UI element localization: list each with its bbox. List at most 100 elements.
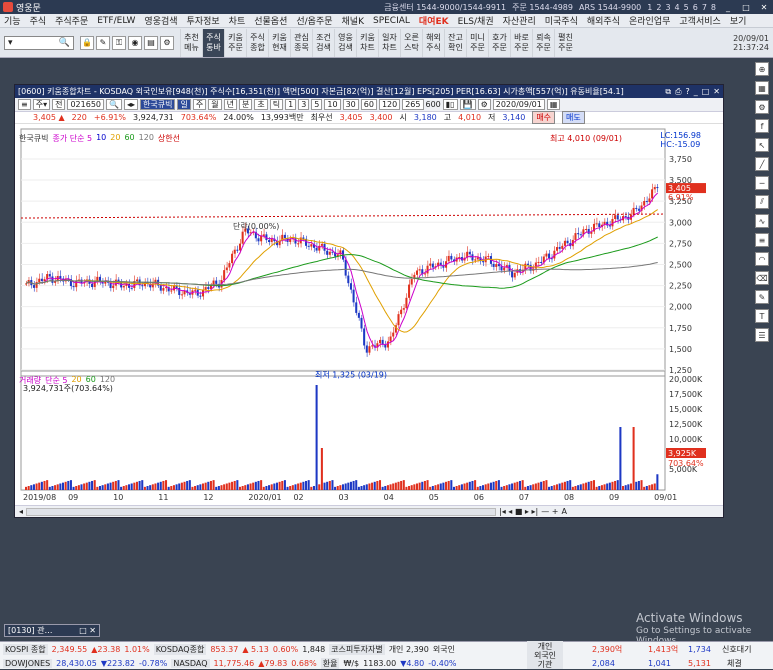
volume-bar (270, 484, 273, 490)
menu-item-17[interactable]: 고객서비스 (679, 14, 720, 27)
settings-icon[interactable]: ⚙ (160, 35, 174, 50)
toolbar-button-9[interactable]: 일자 차트 (378, 28, 400, 57)
crosshair-tool-icon[interactable]: ⊕ (755, 62, 769, 76)
volume-bar (437, 484, 440, 490)
volume-bar (637, 480, 640, 490)
minimize-icon[interactable]: _ (722, 3, 734, 12)
menu-item-9[interactable]: 채널K (342, 14, 364, 27)
toolbar-button-line1: 해외 (426, 32, 441, 42)
screen-7[interactable]: 7 (702, 3, 707, 12)
kosdaq-label: KOSDAQ종합 (153, 643, 207, 655)
play-controls[interactable]: |◂ ◂ ■ ▸ ▸| (499, 507, 538, 516)
pencil-icon[interactable]: ✎ (96, 35, 110, 50)
screen-8[interactable]: 8 (711, 3, 716, 12)
toolbar-button-17[interactable]: 펼친 주문 (554, 28, 576, 57)
menu-item-14[interactable]: 미국주식 (545, 14, 578, 27)
toolbar-button-14[interactable]: 호가 주문 (488, 28, 510, 57)
menu-item-18[interactable]: 보기 (730, 14, 747, 27)
screen-6[interactable]: 6 (693, 3, 698, 12)
menu-item-4[interactable]: 영웅검색 (144, 14, 177, 27)
maximize-icon[interactable]: □ (740, 3, 752, 12)
toolbar-button-8[interactable]: 키움 차트 (356, 28, 378, 57)
grid-tool-icon[interactable]: ▦ (755, 81, 769, 95)
toolbar-button-7[interactable]: 영웅 검색 (334, 28, 356, 57)
volume-bar (238, 486, 242, 490)
toolbar-button-13[interactable]: 미니 주문 (466, 28, 488, 57)
price-volume-chart[interactable]: 3,7503,5003,2503,0002,7502,5002,2502,000… (15, 85, 723, 505)
menu-item-16[interactable]: 온라인업무 (629, 14, 670, 27)
wave-tool-icon[interactable]: ∿ (755, 214, 769, 228)
menu-item-10[interactable]: SPECIAL (373, 16, 410, 26)
settings-conclusion[interactable]: 체결 (727, 658, 742, 669)
screen-5[interactable]: 5 (684, 3, 689, 12)
candle-body (371, 345, 374, 347)
toolbar-button-3[interactable]: 주식 종합 (246, 28, 268, 57)
minimized-window-tab[interactable]: [0130] 관… □ ✕ (4, 624, 100, 637)
menu-item-2[interactable]: 주식주문 (55, 14, 88, 27)
toolbar-button-11[interactable]: 해외 주식 (422, 28, 444, 57)
fx-tool-icon[interactable]: f (755, 119, 769, 133)
toolbar-button-2[interactable]: 키움 주문 (224, 28, 246, 57)
volume-bar (146, 486, 149, 490)
toolbar-button-16[interactable]: 뢰속 주문 (532, 28, 554, 57)
fib-tool-icon[interactable]: ≡ (755, 233, 769, 247)
titlebar-info-1: 금융센터 1544-9000/1544-9911 (384, 2, 507, 12)
volume-bar (291, 485, 294, 490)
menu-item-3[interactable]: ETF/ELW (97, 16, 135, 26)
volume-bar (188, 480, 191, 490)
candle-body (408, 284, 411, 298)
close-icon[interactable]: ✕ (758, 3, 770, 12)
auto-icon[interactable]: A (561, 507, 566, 516)
menu-item-5[interactable]: 투자정보 (187, 14, 220, 27)
toolbar-button-6[interactable]: 조건 검색 (312, 28, 334, 57)
pen-tool-icon[interactable]: ✎ (755, 290, 769, 304)
toolbar-button-1[interactable]: 주식 통바 (202, 28, 224, 57)
line-tool-icon[interactable]: ╱ (755, 157, 769, 171)
menu-item-8[interactable]: 선/옵주문 (296, 14, 332, 27)
investor-label[interactable]: 코스피투자자별 (329, 643, 385, 655)
menu-item-13[interactable]: 자산관리 (503, 14, 536, 27)
gear-tool-icon[interactable]: ⚙ (755, 100, 769, 114)
menu-item-1[interactable]: 주식 (30, 14, 47, 27)
menu-item-0[interactable]: 기능 (4, 14, 21, 27)
menu-item-7[interactable]: 선물옵션 (254, 14, 287, 27)
menu-item-12[interactable]: ELS/채권 (458, 14, 494, 27)
toolbar-button-15[interactable]: 바로 주문 (510, 28, 532, 57)
screen-2[interactable]: 2 (656, 3, 661, 12)
screen-4[interactable]: 4 (675, 3, 680, 12)
toolbar-button-5[interactable]: 관심 종목 (290, 28, 312, 57)
screen-1[interactable]: 1 (647, 3, 652, 12)
signal-wait[interactable]: 신호대기 (722, 644, 751, 655)
menu-item-6[interactable]: 차트 (229, 14, 246, 27)
kospi-change: ▲23.38 (91, 644, 121, 654)
lock-icon[interactable]: 🔒 (80, 35, 94, 50)
hline-tool-icon[interactable]: ─ (755, 176, 769, 190)
candle-body (363, 328, 366, 346)
screen-number-buttons[interactable]: 1 2 3 4 5 6 7 8 (647, 3, 716, 12)
toolbar-button-12[interactable]: 잔고 확인 (444, 28, 466, 57)
toolbar-button-10[interactable]: 오른 스탁 (400, 28, 422, 57)
zoom-controls[interactable]: — + (541, 507, 558, 516)
toolbar-button-0[interactable]: 추천 메뉴 (180, 28, 202, 57)
toolbar-button-4[interactable]: 키움 현재 (268, 28, 290, 57)
list-tool-icon[interactable]: ☰ (755, 328, 769, 342)
menu-item-11[interactable]: 대여EK (419, 14, 449, 27)
restore-icon[interactable]: □ ✕ (79, 626, 96, 635)
screen-3[interactable]: 3 (665, 3, 670, 12)
volume-bar (513, 482, 516, 490)
candle-body (579, 234, 582, 236)
cursor-tool-icon[interactable]: ↖ (755, 138, 769, 152)
arc-tool-icon[interactable]: ◠ (755, 252, 769, 266)
layout-icon[interactable]: ▤ (144, 35, 158, 50)
key-icon[interactable]: ⚿ (112, 35, 126, 50)
menu-item-15[interactable]: 해외주식 (587, 14, 620, 27)
scroll-left-icon[interactable]: ◂ (19, 507, 23, 516)
camera-icon[interactable]: ◉ (128, 35, 142, 50)
channel-tool-icon[interactable]: ⫽ (755, 195, 769, 209)
volume-bar (585, 482, 588, 490)
menu-search-input[interactable]: ▾ 🔍 (4, 35, 74, 50)
text-tool-icon[interactable]: T (755, 309, 769, 323)
eraser-tool-icon[interactable]: ⌫ (755, 271, 769, 285)
chart-scrollbar[interactable] (26, 507, 497, 516)
candle-body (400, 309, 403, 315)
